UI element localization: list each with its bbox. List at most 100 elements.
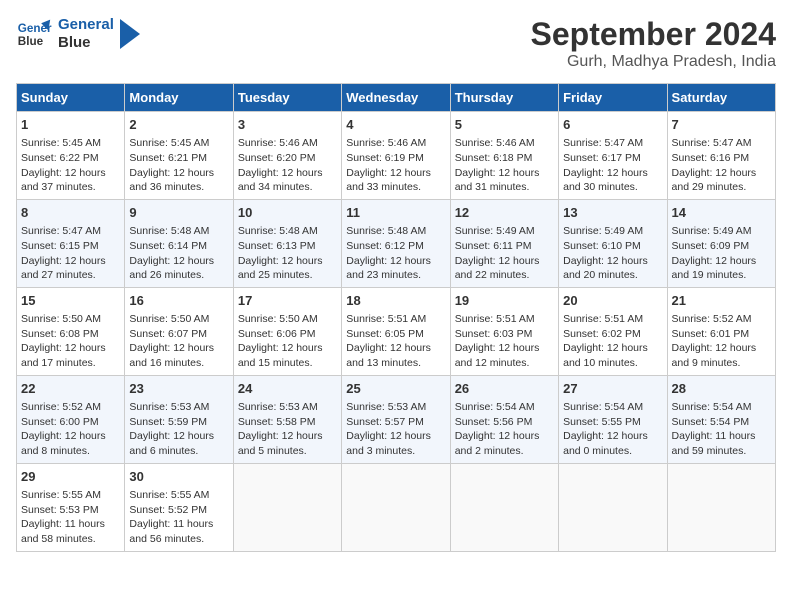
- day-cell: 28Sunrise: 5:54 AMSunset: 5:54 PMDayligh…: [667, 375, 775, 463]
- sunrise-text: Sunrise: 5:51 AM: [455, 313, 535, 325]
- daylight-text: Daylight: 12 hours and 19 minutes.: [672, 255, 757, 282]
- daylight-text: Daylight: 11 hours and 58 minutes.: [21, 518, 105, 545]
- day-cell: 22Sunrise: 5:52 AMSunset: 6:00 PMDayligh…: [17, 375, 125, 463]
- sunrise-text: Sunrise: 5:50 AM: [129, 313, 209, 325]
- daylight-text: Daylight: 12 hours and 2 minutes.: [455, 430, 540, 457]
- day-cell: [450, 463, 558, 551]
- sunrise-text: Sunrise: 5:46 AM: [455, 137, 535, 149]
- daylight-text: Daylight: 12 hours and 36 minutes.: [129, 167, 214, 194]
- calendar-header-row: SundayMondayTuesdayWednesdayThursdayFrid…: [17, 84, 776, 112]
- sunset-text: Sunset: 6:13 PM: [238, 240, 316, 252]
- sunrise-text: Sunrise: 5:53 AM: [346, 401, 426, 413]
- daylight-text: Daylight: 12 hours and 27 minutes.: [21, 255, 106, 282]
- day-number: 25: [346, 380, 445, 398]
- day-number: 23: [129, 380, 228, 398]
- day-cell: 16 Sunrise: 5:50 AM Sunset: 6:07 PM Dayligh…: [125, 287, 233, 375]
- day-number: 19: [455, 292, 554, 310]
- day-cell: 8Sunrise: 5:47 AMSunset: 6:15 PMDaylight…: [17, 199, 125, 287]
- day-number: 18: [346, 292, 445, 310]
- day-number: 10: [238, 204, 337, 222]
- sunset-text: Sunset: 6:12 PM: [346, 240, 424, 252]
- day-cell: 3Sunrise: 5:46 AMSunset: 6:20 PMDaylight…: [233, 112, 341, 200]
- header-cell-thursday: Thursday: [450, 84, 558, 112]
- daylight-text: Daylight: 12 hours and 20 minutes.: [563, 255, 648, 282]
- daylight-text: Daylight: 12 hours and 16 minutes.: [129, 342, 214, 369]
- daylight-text: Daylight: 12 hours and 10 minutes.: [563, 342, 648, 369]
- day-number: 24: [238, 380, 337, 398]
- month-title: September 2024: [531, 16, 776, 53]
- sunrise-text: Sunrise: 5:49 AM: [563, 225, 643, 237]
- sunset-text: Sunset: 6:06 PM: [238, 328, 316, 340]
- sunrise-text: Sunrise: 5:49 AM: [455, 225, 535, 237]
- sunset-text: Sunset: 6:21 PM: [129, 152, 207, 164]
- sunrise-text: Sunrise: 5:47 AM: [672, 137, 752, 149]
- day-cell: [559, 463, 667, 551]
- daylight-text: Daylight: 12 hours and 29 minutes.: [672, 167, 757, 194]
- daylight-text: Daylight: 12 hours and 8 minutes.: [21, 430, 106, 457]
- day-number: 4: [346, 116, 445, 134]
- sunset-text: Sunset: 6:14 PM: [129, 240, 207, 252]
- day-number: 2: [129, 116, 228, 134]
- header-cell-saturday: Saturday: [667, 84, 775, 112]
- daylight-text: Daylight: 12 hours and 34 minutes.: [238, 167, 323, 194]
- day-cell: 14Sunrise: 5:49 AMSunset: 6:09 PMDayligh…: [667, 199, 775, 287]
- day-number: 26: [455, 380, 554, 398]
- sunset-text: Sunset: 5:52 PM: [129, 504, 207, 516]
- day-number: 20: [563, 292, 662, 310]
- sunset-text: Sunset: 6:07 PM: [129, 328, 207, 340]
- sunrise-text: Sunrise: 5:54 AM: [672, 401, 752, 413]
- day-cell: 4Sunrise: 5:46 AMSunset: 6:19 PMDaylight…: [342, 112, 450, 200]
- header-cell-tuesday: Tuesday: [233, 84, 341, 112]
- day-number: 16: [129, 292, 228, 310]
- sunset-text: Sunset: 6:03 PM: [455, 328, 533, 340]
- svg-text:Blue: Blue: [18, 35, 44, 48]
- day-number: 30: [129, 468, 228, 486]
- day-cell: 24Sunrise: 5:53 AMSunset: 5:58 PMDayligh…: [233, 375, 341, 463]
- sunset-text: Sunset: 6:02 PM: [563, 328, 641, 340]
- day-cell: 1Sunrise: 5:45 AMSunset: 6:22 PMDaylight…: [17, 112, 125, 200]
- header-cell-sunday: Sunday: [17, 84, 125, 112]
- sunrise-text: Sunrise: 5:54 AM: [455, 401, 535, 413]
- sunrise-text: Sunrise: 5:53 AM: [238, 401, 318, 413]
- sunset-text: Sunset: 6:19 PM: [346, 152, 424, 164]
- sunset-text: Sunset: 5:59 PM: [129, 416, 207, 428]
- sunrise-text: Sunrise: 5:54 AM: [563, 401, 643, 413]
- day-cell: 27 Sunrise: 5:54 AM Sunset: 5:55 PM Dayligh…: [559, 375, 667, 463]
- week-row-2: 8Sunrise: 5:47 AMSunset: 6:15 PMDaylight…: [17, 199, 776, 287]
- sunset-text: Sunset: 5:56 PM: [455, 416, 533, 428]
- daylight-text: Daylight: 12 hours and 26 minutes.: [129, 255, 214, 282]
- title-area: September 2024 Gurh, Madhya Pradesh, Ind…: [531, 16, 776, 71]
- day-cell: 6Sunrise: 5:47 AMSunset: 6:17 PMDaylight…: [559, 112, 667, 200]
- sunset-text: Sunset: 6:01 PM: [672, 328, 750, 340]
- day-cell: 29Sunrise: 5:55 AMSunset: 5:53 PMDayligh…: [17, 463, 125, 551]
- sunset-text: Sunset: 6:11 PM: [455, 240, 532, 252]
- sunset-text: Sunset: 6:17 PM: [563, 152, 641, 164]
- day-number: 5: [455, 116, 554, 134]
- day-number: 15: [21, 292, 120, 310]
- day-number: 7: [672, 116, 771, 134]
- sunrise-text: Sunrise: 5:53 AM: [129, 401, 209, 413]
- daylight-text: Daylight: 12 hours and 9 minutes.: [672, 342, 757, 369]
- sunrise-text: Sunrise: 5:46 AM: [238, 137, 318, 149]
- daylight-text: Daylight: 12 hours and 23 minutes.: [346, 255, 431, 282]
- calendar-body: 1Sunrise: 5:45 AMSunset: 6:22 PMDaylight…: [17, 112, 776, 552]
- day-cell: 23Sunrise: 5:53 AMSunset: 5:59 PMDayligh…: [125, 375, 233, 463]
- day-cell: [342, 463, 450, 551]
- sunset-text: Sunset: 6:15 PM: [21, 240, 99, 252]
- sunset-text: Sunset: 6:00 PM: [21, 416, 99, 428]
- day-number: 12: [455, 204, 554, 222]
- day-cell: 19Sunrise: 5:51 AMSunset: 6:03 PMDayligh…: [450, 287, 558, 375]
- day-number: 6: [563, 116, 662, 134]
- sunset-text: Sunset: 5:55 PM: [563, 416, 641, 428]
- sunrise-text: Sunrise: 5:51 AM: [563, 313, 643, 325]
- day-number: 27: [563, 380, 662, 398]
- sunrise-text: Sunrise: 5:51 AM: [346, 313, 426, 325]
- header-cell-wednesday: Wednesday: [342, 84, 450, 112]
- day-number: 3: [238, 116, 337, 134]
- day-cell: 17Sunrise: 5:50 AMSunset: 6:06 PMDayligh…: [233, 287, 341, 375]
- daylight-text: Daylight: 12 hours and 33 minutes.: [346, 167, 431, 194]
- daylight-text: Daylight: 12 hours and 0 minutes.: [563, 430, 648, 457]
- sunset-text: Sunset: 6:22 PM: [21, 152, 99, 164]
- sunrise-text: Sunrise: 5:49 AM: [672, 225, 752, 237]
- day-cell: 5Sunrise: 5:46 AMSunset: 6:18 PMDaylight…: [450, 112, 558, 200]
